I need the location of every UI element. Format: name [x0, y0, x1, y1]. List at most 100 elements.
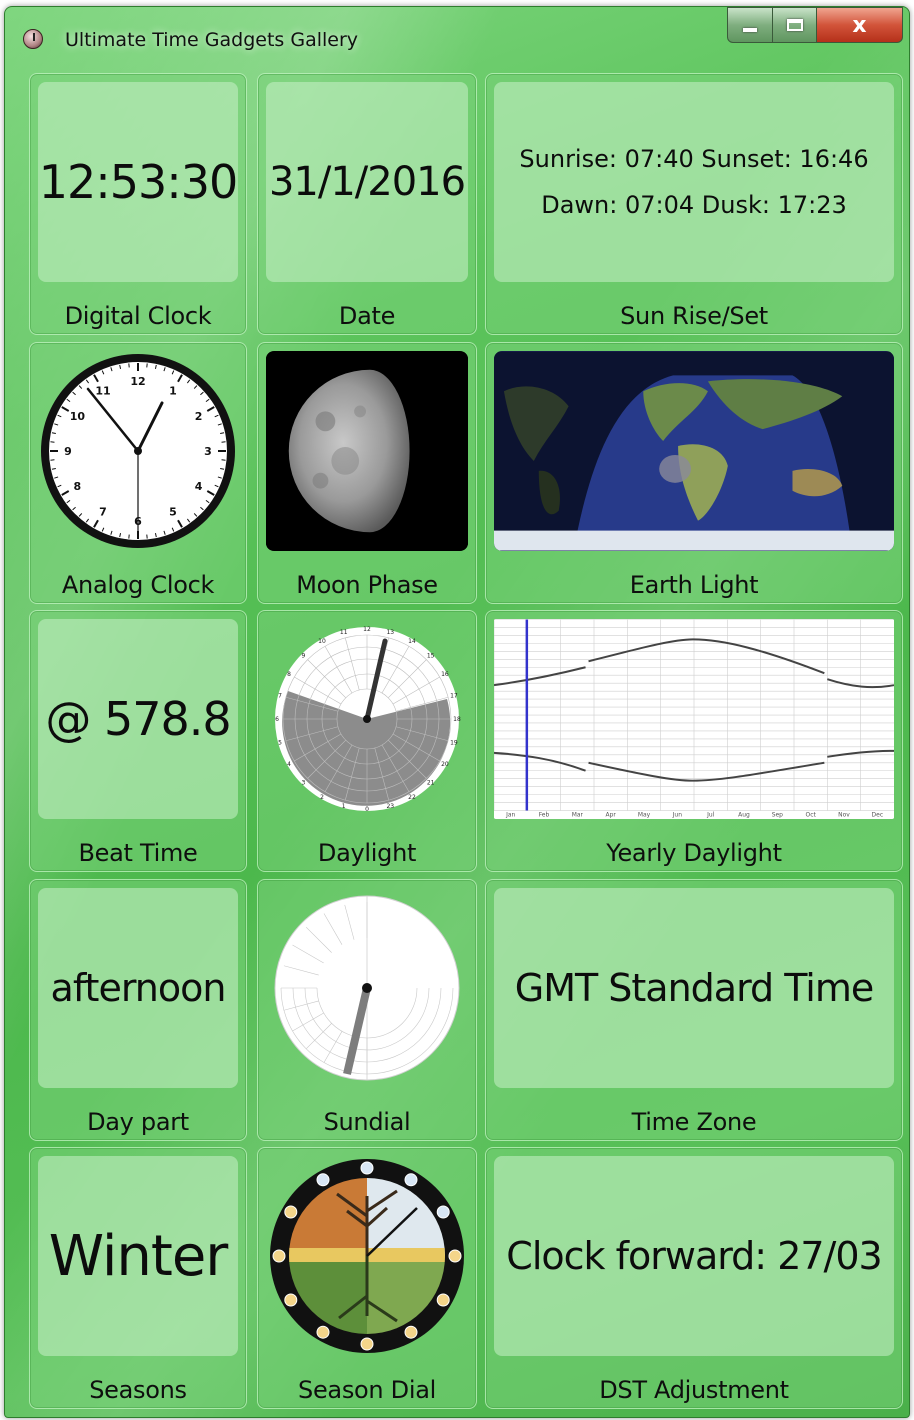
moon-icon [266, 351, 468, 551]
season-light [284, 1293, 298, 1307]
tile-daylight[interactable]: 12 13 14 15 16 17 18 19 20 21 22 23 0 1 2 3 4 5 6 7 8 9 10 11 D… [257, 610, 477, 872]
clock-app-icon[interactable] [23, 29, 43, 49]
app-window: Ultimate Time Gadgets Gallery x 12:53:30… [4, 6, 910, 1418]
tile-analog-clock[interactable]: 121234567891011 Analog Clock [29, 342, 247, 604]
tile-label-earth: Earth Light [629, 571, 759, 599]
tile-label-moon: Moon Phase [296, 571, 438, 599]
digital-clock-face: 12:53:30 [38, 82, 238, 282]
month-label: Apr [606, 812, 617, 819]
daylight-hour-label: 13 [386, 629, 394, 636]
month-label: May [638, 812, 651, 819]
daylight-hour-label: 22 [408, 794, 416, 801]
clock-numeral: 1 [169, 384, 177, 397]
month-label: Jul [706, 812, 715, 819]
daylight-face: 12 13 14 15 16 17 18 19 20 21 22 23 0 1 2 3 4 5 6 7 8 9 10 11 [266, 619, 468, 819]
daylight-hour-label: 0 [365, 806, 369, 813]
tile-label-time-zone: Time Zone [631, 1108, 757, 1136]
window-title: Ultimate Time Gadgets Gallery [65, 29, 359, 51]
daylight-hour-label: 23 [386, 803, 394, 810]
tile-label-daylight: Daylight [317, 839, 417, 867]
season-light [404, 1325, 418, 1339]
tile-earth-light[interactable]: Earth Light [485, 342, 903, 604]
daylight-hour-label: 17 [450, 693, 458, 700]
daylight-hour-label: 1 [342, 803, 346, 810]
sundial-icon [274, 895, 460, 1081]
sun-line-1: Sunrise: 07:40 Sunset: 16:46 [519, 145, 869, 173]
tile-dst-adjustment[interactable]: Clock forward: 27/03 DST Adjustment [485, 1147, 903, 1409]
sundial-face [266, 888, 468, 1088]
tile-label-beat: Beat Time [78, 839, 198, 867]
tile-time-zone[interactable]: GMT Standard Time Time Zone [485, 879, 903, 1141]
earth-face [494, 351, 894, 551]
tile-label-yearly: Yearly Daylight [606, 839, 782, 867]
daylight-hour-label: 7 [278, 693, 282, 700]
month-label: Oct [806, 812, 817, 819]
clock-numeral: 9 [64, 445, 72, 458]
tile-date[interactable]: 31/1/2016 Date [257, 73, 477, 335]
tile-day-part[interactable]: afternoon Day part [29, 879, 247, 1141]
daylight-hour-label: 12 [363, 626, 371, 633]
time-zone-value: GMT Standard Time [514, 966, 874, 1010]
daylight-hour-label: 20 [441, 761, 449, 768]
daylight-dial-icon: 12 131415161718192021222301234567891011 [275, 626, 461, 813]
tile-season-dial[interactable]: Season Dial [257, 1147, 477, 1409]
season-light [448, 1249, 462, 1263]
dst-face: Clock forward: 27/03 [494, 1156, 894, 1356]
clock-numeral: 5 [169, 506, 177, 519]
daylight-hour-label: 21 [427, 780, 435, 787]
tile-label-digital-clock: Digital Clock [64, 302, 212, 330]
yearly-daylight-chart: Jan Feb Mar Apr May Jun Jul Aug Sep Oct Nov Dec [494, 619, 894, 819]
tile-sun-rise-set[interactable]: Sunrise: 07:40 Sunset: 16:46 Dawn: 07:04… [485, 73, 903, 335]
world-map-icon [494, 351, 894, 551]
daylight-hour-label: 4 [287, 761, 291, 768]
tile-seasons[interactable]: Winter Seasons [29, 1147, 247, 1409]
tile-label-date: Date [338, 302, 396, 330]
beat-value: @ 578.8 [45, 692, 231, 746]
season-light [316, 1173, 330, 1187]
tile-label-seasons: Seasons [89, 1376, 187, 1404]
daylight-hour-label: 5 [278, 739, 282, 746]
month-label: Dec [872, 812, 884, 819]
clock-numeral: 2 [195, 410, 203, 423]
title-bar[interactable]: Ultimate Time Gadgets Gallery x [5, 7, 909, 69]
season-light [436, 1205, 450, 1219]
seasons-face: Winter [38, 1156, 238, 1356]
season-light [284, 1205, 298, 1219]
minimize-button[interactable] [727, 7, 773, 43]
daylight-hour-label: 6 [275, 716, 279, 723]
sun-face: Sunrise: 07:40 Sunset: 16:46 Dawn: 07:04… [494, 82, 894, 282]
daylight-hour-label: 10 [318, 638, 326, 645]
digital-clock-value: 12:53:30 [38, 155, 238, 209]
close-button[interactable]: x [817, 7, 903, 43]
clock-numeral: 7 [99, 506, 107, 519]
daylight-hour-label: 15 [427, 652, 435, 659]
clock-numeral: 8 [74, 480, 82, 493]
clock-numeral: 3 [204, 445, 212, 458]
yearly-chart-face: Jan Feb Mar Apr May Jun Jul Aug Sep Oct Nov Dec [494, 619, 894, 819]
daylight-hour-label: 9 [301, 652, 305, 659]
day-part-face: afternoon [38, 888, 238, 1088]
daylight-hour-label: 14 [408, 638, 416, 645]
moon-face [266, 351, 468, 551]
beat-face: @ 578.8 [38, 619, 238, 819]
maximize-button[interactable] [773, 7, 817, 43]
season-dial-icon [270, 1159, 464, 1353]
month-label: Mar [572, 812, 584, 819]
tile-beat-time[interactable]: @ 578.8 Beat Time [29, 610, 247, 872]
season-light [272, 1249, 286, 1263]
tile-yearly-daylight[interactable]: Jan Feb Mar Apr May Jun Jul Aug Sep Oct Nov Dec Yea… [485, 610, 903, 872]
month-label: Sep [772, 812, 783, 819]
tile-label-analog-clock: Analog Clock [61, 571, 215, 599]
month-label: Jan [505, 812, 515, 819]
tile-sundial[interactable]: Sundial [257, 879, 477, 1141]
tile-moon-phase[interactable]: Moon Phase [257, 342, 477, 604]
sun-line-2: Dawn: 07:04 Dusk: 17:23 [541, 191, 847, 219]
clock-numeral: 4 [195, 480, 203, 493]
analog-clock-face: 121234567891011 [38, 351, 238, 551]
time-zone-face: GMT Standard Time [494, 888, 894, 1088]
tile-label-sundial: Sundial [323, 1108, 411, 1136]
tile-label-dst: DST Adjustment [599, 1376, 789, 1404]
clock-numeral: 12 [130, 375, 145, 388]
season-light [316, 1325, 330, 1339]
tile-digital-clock[interactable]: 12:53:30 Digital Clock [29, 73, 247, 335]
